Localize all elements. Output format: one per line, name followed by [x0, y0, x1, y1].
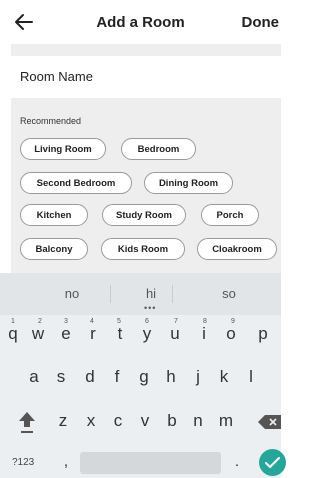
recommended-panel: Recommended Living Room Bedroom Second B… [11, 98, 281, 273]
chip-porch[interactable]: Porch [201, 204, 259, 226]
key-r[interactable]: r [82, 324, 104, 344]
checkmark-icon [265, 457, 280, 468]
chip-kitchen[interactable]: Kitchen [20, 204, 88, 226]
page-title: Add a Room [96, 14, 185, 31]
suggestion-so[interactable]: so [199, 286, 259, 301]
key-x[interactable]: x [80, 411, 102, 431]
key-f[interactable]: f [106, 367, 128, 387]
enter-button[interactable] [259, 449, 286, 476]
key-m[interactable]: m [215, 411, 237, 431]
recommended-label: Recommended [20, 116, 82, 126]
key-l[interactable]: l [240, 367, 262, 387]
chip-second-bedroom[interactable]: Second Bedroom [20, 172, 132, 194]
key-o[interactable]: o [220, 324, 242, 344]
key-q[interactable]: q [2, 324, 24, 344]
key-p[interactable]: p [252, 324, 274, 344]
chip-living-room[interactable]: Living Room [20, 138, 106, 160]
chip-balcony[interactable]: Balcony [20, 238, 88, 260]
key-i[interactable]: i [193, 324, 215, 344]
key-u[interactable]: u [164, 324, 186, 344]
chip-dining-room[interactable]: Dining Room [144, 172, 233, 194]
chip-kids-room[interactable]: Kids Room [101, 238, 185, 260]
key-k[interactable]: k [213, 367, 235, 387]
key-comma[interactable]: , [55, 453, 77, 470]
key-z[interactable]: z [52, 411, 74, 431]
key-s[interactable]: s [50, 367, 72, 387]
key-c[interactable]: c [107, 411, 129, 431]
room-name-label: Room Name [20, 69, 93, 84]
top-bar: Add a Room Done [0, 0, 281, 44]
spacebar[interactable] [80, 452, 221, 474]
soft-keyboard: no hi ••• so 1 2 3 4 5 6 7 8 9 q w e r t… [0, 273, 286, 478]
key-w[interactable]: w [27, 324, 49, 344]
suggestion-no[interactable]: no [42, 286, 102, 301]
key-n[interactable]: n [187, 411, 209, 431]
key-v[interactable]: v [134, 411, 156, 431]
symbols-key[interactable]: ?123 [12, 457, 34, 468]
chip-cloakroom[interactable]: Cloakroom [197, 238, 277, 260]
suggestion-bar: no hi ••• so [0, 273, 281, 315]
chip-study-room[interactable]: Study Room [102, 204, 186, 226]
done-button[interactable]: Done [242, 14, 280, 31]
room-name-field[interactable]: Room Name [11, 56, 281, 98]
key-g[interactable]: g [133, 367, 155, 387]
more-suggestions-icon[interactable]: ••• [144, 303, 156, 313]
shift-icon[interactable] [17, 410, 37, 436]
key-e[interactable]: e [55, 324, 77, 344]
key-b[interactable]: b [161, 411, 183, 431]
key-t[interactable]: t [109, 324, 131, 344]
suggestion-divider [110, 285, 111, 303]
key-period[interactable]: . [226, 453, 248, 470]
key-a[interactable]: a [23, 367, 45, 387]
backspace-icon[interactable] [258, 414, 281, 430]
section-divider [11, 44, 281, 56]
suggestion-divider [172, 285, 173, 303]
key-y[interactable]: y [136, 324, 158, 344]
key-j[interactable]: j [187, 367, 209, 387]
key-d[interactable]: d [79, 367, 101, 387]
chip-bedroom[interactable]: Bedroom [121, 138, 196, 160]
key-h[interactable]: h [160, 367, 182, 387]
